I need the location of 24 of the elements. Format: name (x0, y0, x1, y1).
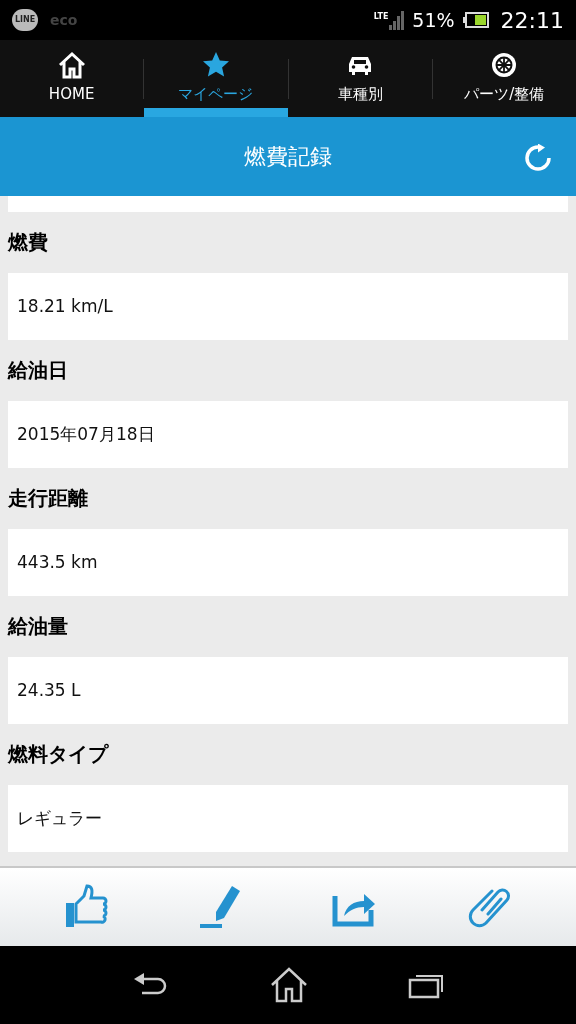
field-label: 燃料タイプ (8, 741, 108, 768)
eco-notification-icon: eco (50, 9, 78, 31)
nav-tab[interactable]: パーツ/整備 (432, 40, 576, 117)
field-value: 443.5 km (8, 529, 568, 596)
field-value: レギュラー (8, 785, 568, 852)
wheel-icon (490, 51, 519, 80)
field-label: 給油日 (8, 357, 68, 384)
thumbs-up-icon[interactable] (64, 884, 110, 930)
field-label: 給油量 (8, 613, 68, 640)
field-label: 走行距離 (8, 485, 88, 512)
field-label: 燃費 (8, 229, 48, 256)
clock: 22:11 (500, 6, 564, 35)
home-icon[interactable] (270, 967, 308, 1003)
page-title: 燃費記録 (244, 143, 332, 171)
home-icon (57, 51, 86, 80)
refresh-icon[interactable] (524, 144, 552, 172)
field-value: 2015年07月18日 (8, 401, 568, 468)
field-value: 18.21 km/L (8, 273, 568, 340)
field-value: 24.35 L (8, 657, 568, 724)
battery-percent: 51% (412, 7, 455, 33)
line-notification-icon: LINE (12, 9, 38, 31)
nav-tab[interactable]: HOME (0, 40, 144, 117)
nav-tab[interactable]: 車種別 (288, 40, 432, 117)
battery-icon (462, 12, 489, 28)
